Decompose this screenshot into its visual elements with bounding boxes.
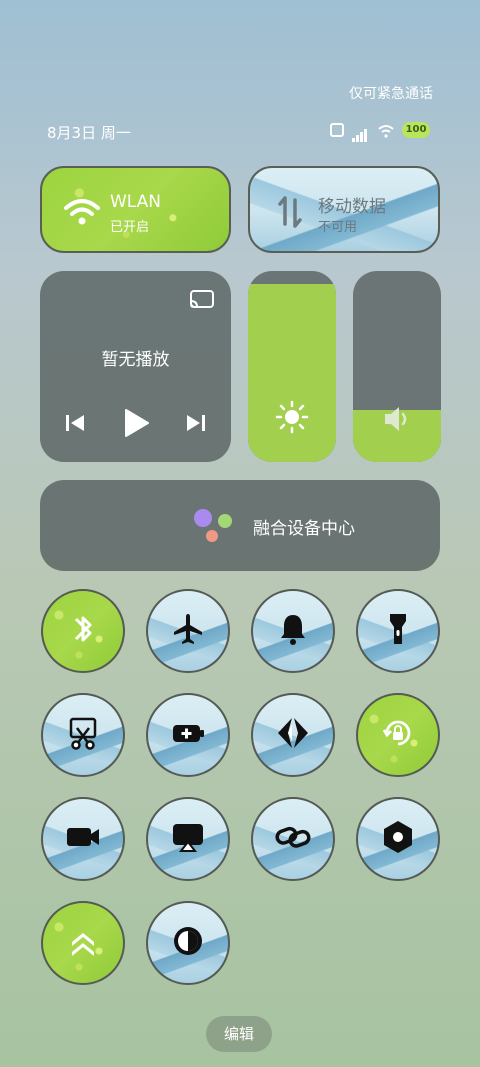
emergency-call-status: 仅可紧急通话	[349, 86, 433, 102]
wlan-title: WLAN	[110, 192, 162, 212]
fusion-device-center-tile[interactable]: 融合设备中心	[40, 480, 440, 571]
hexagon-gear-icon	[379, 818, 417, 860]
edit-button[interactable]: 编辑	[206, 1016, 272, 1052]
toggle-link[interactable]	[251, 797, 335, 881]
double-chevron-up-icon	[64, 922, 102, 964]
sun-icon	[248, 400, 336, 438]
play-button[interactable]	[121, 407, 151, 443]
toggle-screen-record[interactable]	[41, 797, 125, 881]
previous-track-button[interactable]	[64, 412, 86, 438]
brightness-slider[interactable]	[248, 271, 336, 462]
mobile-data-tile[interactable]: 移动数据 不可用	[248, 166, 440, 253]
data-arrows-icon	[270, 192, 310, 232]
toggle-bluetooth[interactable]	[41, 589, 125, 673]
wlan-tile[interactable]: WLAN 已开启	[40, 166, 231, 253]
link-icon	[274, 818, 312, 860]
next-track-button[interactable]	[185, 412, 207, 438]
toggle-flashlight[interactable]	[356, 589, 440, 673]
rotation-lock-icon	[379, 714, 417, 756]
sim-icon	[330, 123, 344, 137]
wifi-status-icon	[378, 123, 394, 138]
toggle-battery-saver[interactable]	[146, 693, 230, 777]
toggle-performance[interactable]	[41, 901, 125, 985]
mobile-data-subtitle: 不可用	[318, 220, 358, 235]
contrast-icon	[169, 922, 207, 964]
speaker-icon	[353, 404, 441, 438]
airplane-icon	[169, 610, 207, 652]
toggle-nearby-share[interactable]	[251, 693, 335, 777]
wifi-icon	[62, 192, 102, 232]
screencast-icon	[169, 818, 207, 860]
toggle-screenshot[interactable]	[41, 693, 125, 777]
toggle-bell[interactable]	[251, 589, 335, 673]
system-status-icons: 100	[330, 122, 430, 142]
toggle-dark-mode[interactable]	[146, 901, 230, 985]
mobile-data-title: 移动数据	[318, 197, 386, 217]
share-arrows-icon	[274, 714, 312, 756]
fusion-device-center-label: 融合设备中心	[253, 519, 355, 539]
toggle-settings[interactable]	[356, 797, 440, 881]
video-camera-icon	[64, 818, 102, 860]
toggle-rotation-lock[interactable]	[356, 693, 440, 777]
cast-icon[interactable]	[189, 289, 215, 315]
scissors-icon	[64, 714, 102, 756]
signal-icon	[352, 123, 370, 142]
flashlight-icon	[379, 610, 417, 652]
date-label: 8月3日 周一	[47, 124, 131, 142]
battery-icon: 100	[402, 122, 430, 138]
wlan-subtitle: 已开启	[110, 220, 150, 235]
toggle-airplane[interactable]	[146, 589, 230, 673]
no-media-message: 暂无播放	[101, 350, 170, 370]
toggle-screen-cast[interactable]	[146, 797, 230, 881]
fusion-dots-icon	[192, 508, 234, 544]
bell-icon	[274, 610, 312, 652]
volume-slider[interactable]	[353, 271, 441, 462]
battery-plus-icon	[169, 714, 207, 756]
media-player-tile[interactable]: 暂无播放	[40, 271, 231, 462]
bluetooth-icon	[64, 610, 102, 652]
